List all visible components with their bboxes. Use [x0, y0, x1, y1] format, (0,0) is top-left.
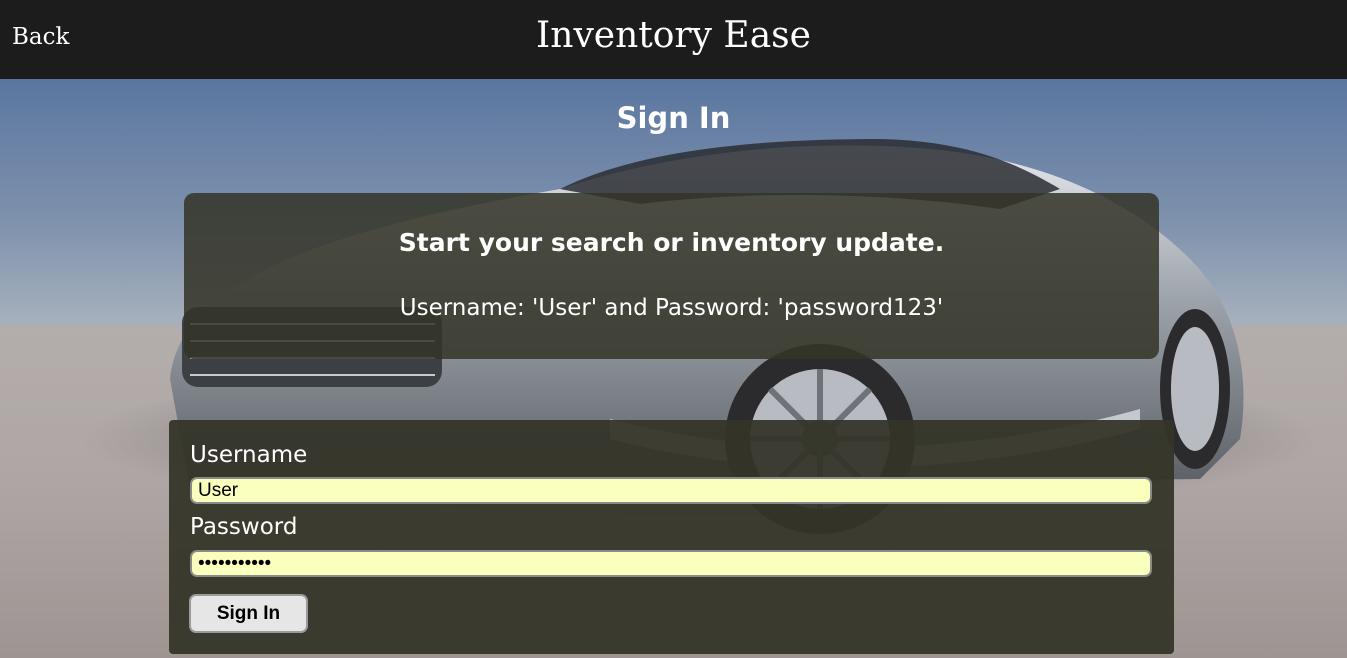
password-field[interactable]	[190, 550, 1152, 577]
password-label: Password	[190, 514, 298, 540]
sign-in-form: Username Password Sign In	[169, 420, 1174, 654]
sign-in-button[interactable]: Sign In	[189, 594, 308, 633]
info-headline: Start your search or inventory update.	[398, 228, 945, 257]
page-title: Sign In	[616, 101, 731, 135]
username-label: Username	[190, 442, 308, 468]
username-field[interactable]	[190, 477, 1152, 504]
credentials-hint: Username: 'User' and Password: 'password…	[399, 295, 944, 321]
info-panel: Start your search or inventory update. U…	[184, 193, 1159, 359]
top-bar: Back Inventory Ease	[0, 0, 1347, 79]
app-title: Inventory Ease	[536, 15, 811, 56]
